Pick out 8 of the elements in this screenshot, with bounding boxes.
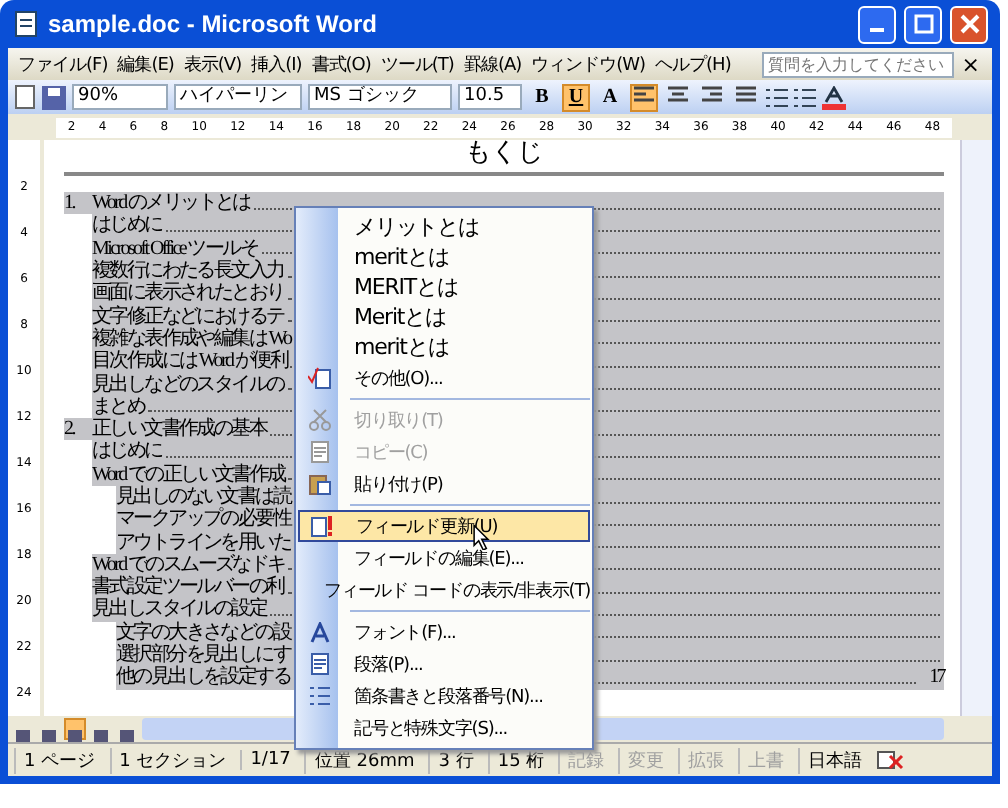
status-field: 日本語 — [798, 747, 871, 773]
status-field: 1 セクション — [109, 747, 235, 773]
status-field: 変更 — [618, 747, 673, 773]
window-title: sample.doc - Microsoft Word — [48, 10, 379, 38]
status-field: 1 ページ — [14, 747, 104, 773]
status-field: 上書 — [738, 747, 793, 773]
status-field: 拡張 — [678, 747, 733, 773]
document-title: もくじ — [64, 140, 944, 176]
